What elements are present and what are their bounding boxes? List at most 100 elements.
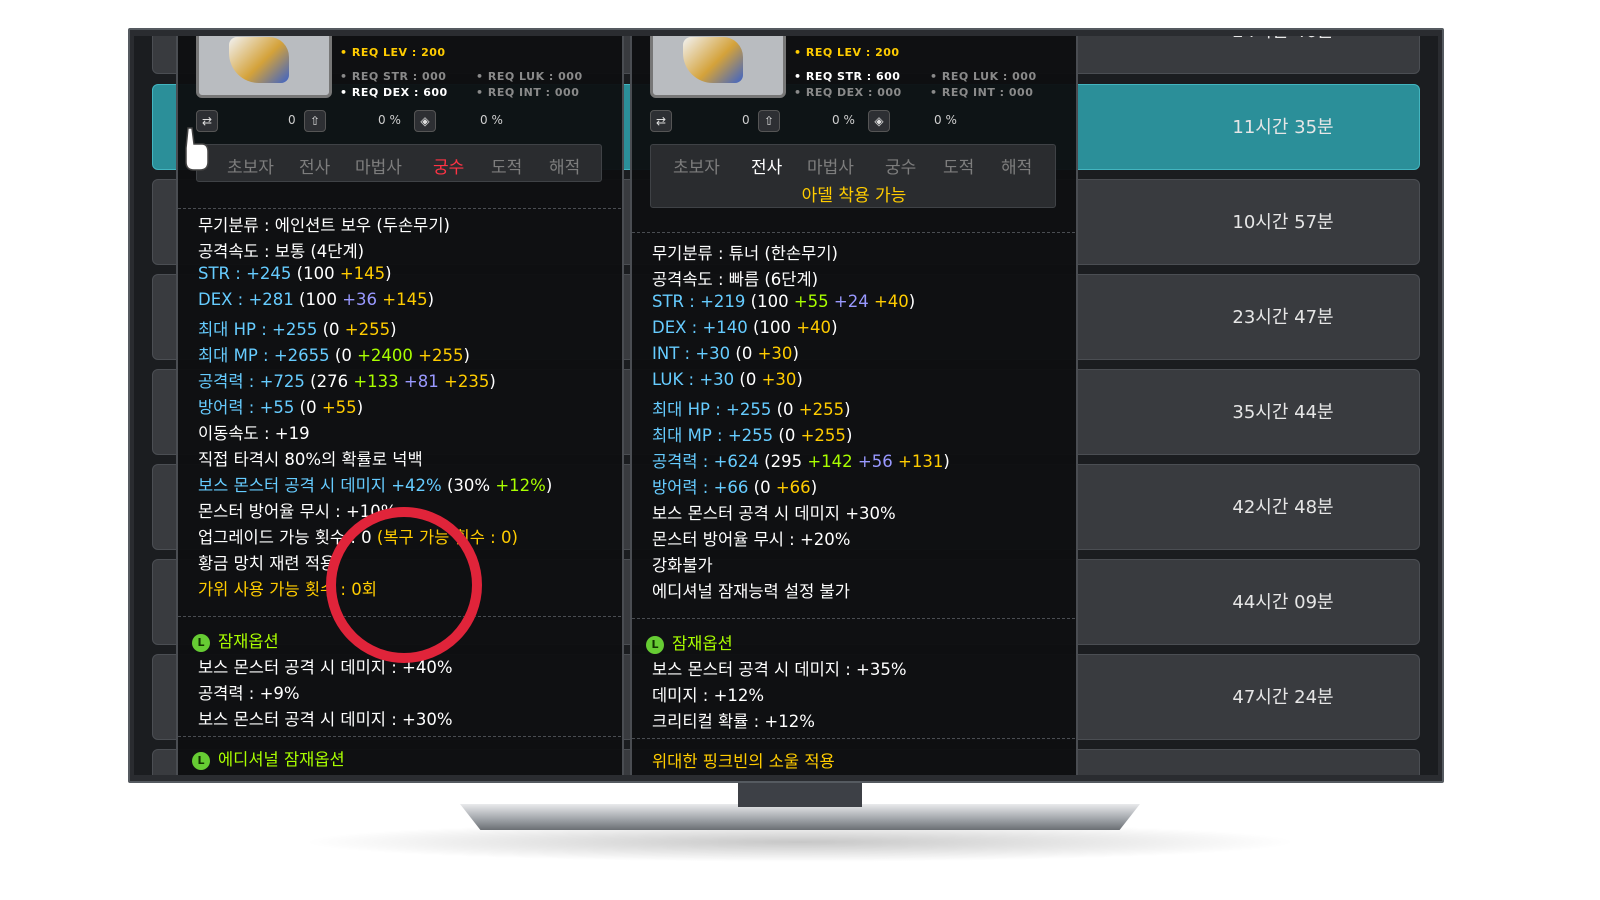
job-bar: 초보자 전사 마법사 궁수 도적 해적 아델 착용 가능 — [650, 144, 1056, 208]
job-pirate: 해적 — [1001, 158, 1033, 178]
item-image — [196, 36, 332, 98]
divider — [632, 232, 1076, 233]
legendary-icon: L — [192, 751, 210, 770]
potential-line: 공격력 : +9% — [198, 684, 300, 703]
stat-knockback: 직접 타격시 80%의 확률로 넉백 — [198, 450, 423, 469]
soul-applied: 위대한 핑크빈의 소울 적용 — [652, 752, 835, 771]
weapon-type: 무기분류 : 에인션트 보우 (두손무기) — [198, 216, 450, 235]
highlight-circle — [326, 507, 482, 663]
attack-speed: 공격속도 : 보통 (4단계) — [198, 242, 365, 261]
item-image — [650, 36, 786, 98]
upgrade-icon: ⇧ — [758, 110, 780, 132]
stat-move-speed: 이동속도 : +19 — [198, 424, 310, 443]
stat-str: STR : +219 (100 +55 +24 +40) — [652, 292, 916, 311]
shield-icon: ◈ — [414, 110, 436, 132]
stat-no-additional: 에디셔널 잠재능력 설정 불가 — [652, 582, 850, 601]
divider — [632, 738, 1076, 739]
req-int: • REQ INT : 000 — [476, 86, 580, 99]
shield-icon: ◈ — [868, 110, 890, 132]
item-icons-row: ⇄ 0 ⇧ 0 % ◈ 0 % — [196, 110, 616, 134]
stat-boss-damage: 보스 몬스터 공격 시 데미지 +42% (30% +12%) — [198, 476, 553, 495]
stat-attack: 공격력 : +725 (276 +133 +81 +235) — [198, 372, 496, 391]
item-tooltip-right: • REQ LEV : 200 • REQ STR : 600 • REQ LU… — [630, 36, 1078, 775]
legendary-icon: L — [192, 633, 210, 652]
bow-icon — [229, 37, 289, 83]
potential-title: L 잠재옵션 — [646, 630, 733, 654]
stat-no-enhance: 강화불가 — [652, 556, 713, 575]
weapon-type: 무기분류 : 튜너 (한손무기) — [652, 244, 838, 263]
attack-speed: 공격속도 : 빠름 (6단계) — [652, 270, 819, 289]
req-str: • REQ STR : 000 — [340, 70, 447, 83]
job-thief: 도적 — [491, 158, 523, 178]
stat-defense: 방어력 : +55 (0 +55) — [198, 398, 364, 417]
job-warrior: 전사 — [751, 158, 783, 178]
item-tooltip-left: • REQ LEV : 200 • REQ STR : 000 • REQ LU… — [176, 36, 624, 775]
tv-screen: 24시간 46분 11시간 35분 10시간 57분 23시간 47분 35시간… — [134, 36, 1438, 775]
potential-line: 보스 몬스터 공격 시 데미지 : +35% — [652, 660, 907, 679]
divider — [178, 736, 622, 737]
job-warrior: 전사 — [299, 158, 331, 178]
stat-dex: DEX : +140 (100 +40) — [652, 318, 838, 337]
icon-value: 0 % — [832, 113, 855, 127]
job-magician: 마법사 — [355, 158, 402, 178]
stat-mp: 최대 MP : +255 (0 +255) — [652, 426, 853, 445]
row-time: 47시간 24분 — [1232, 687, 1334, 708]
divider — [178, 208, 622, 209]
job-thief: 도적 — [943, 158, 975, 178]
hand-cursor-icon — [185, 127, 209, 171]
trade-icon: ⇄ — [650, 110, 672, 132]
icon-value: 0 — [742, 113, 750, 127]
tv-frame: 24시간 46분 11시간 35분 10시간 57분 23시간 47분 35시간… — [128, 28, 1444, 783]
req-int: • REQ INT : 000 — [930, 86, 1034, 99]
job-beginner: 초보자 — [673, 158, 720, 178]
job-bar: 초보자 전사 마법사 궁수 도적 해적 — [196, 144, 602, 182]
stat-hp: 최대 HP : +255 (0 +255) — [198, 320, 397, 339]
tv-neck — [738, 783, 862, 807]
row-time: 42시간 48분 — [1232, 497, 1334, 518]
divider — [632, 618, 1076, 619]
job-beginner: 초보자 — [227, 158, 274, 178]
row-time: 35시간 44분 — [1232, 402, 1334, 423]
potential-line: 보스 몬스터 공격 시 데미지 : +30% — [198, 710, 453, 729]
stat-attack: 공격력 : +624 (295 +142 +56 +131) — [652, 452, 950, 471]
tuner-icon — [683, 37, 743, 83]
row-time: 10시간 57분 — [1232, 212, 1334, 233]
req-str: • REQ STR : 600 — [794, 70, 901, 83]
potential-line: 데미지 : +12% — [652, 686, 765, 705]
stat-str: STR : +245 (100 +145) — [198, 264, 392, 283]
icon-value: 0 % — [934, 113, 957, 127]
row-time: 44시간 09분 — [1232, 592, 1334, 613]
stat-mp: 최대 MP : +2655 (0 +2400 +255) — [198, 346, 470, 365]
icon-value: 0 % — [378, 113, 401, 127]
tv-stand — [460, 804, 1140, 830]
stat-int: INT : +30 (0 +30) — [652, 344, 799, 363]
stat-golden-hammer: 황금 망치 재련 적용 — [198, 554, 336, 573]
req-luk: • REQ LUK : 000 — [476, 70, 583, 83]
row-time: 11시간 35분 — [1232, 117, 1334, 138]
req-level: • REQ LEV : 200 — [794, 46, 900, 59]
potential-line: 크리티컬 확률 : +12% — [652, 712, 815, 731]
req-luk: • REQ LUK : 000 — [930, 70, 1037, 83]
stat-hp: 최대 HP : +255 (0 +255) — [652, 400, 851, 419]
req-dex: • REQ DEX : 600 — [340, 86, 448, 99]
icon-value: 0 — [288, 113, 296, 127]
additional-potential-title: L 에디셔널 잠재옵션 — [192, 746, 345, 770]
item-icons-row: ⇄ 0 ⇧ 0 % ◈ 0 % — [650, 110, 1070, 134]
icon-value: 0 % — [480, 113, 503, 127]
req-level: • REQ LEV : 200 — [340, 46, 446, 59]
stat-dex: DEX : +281 (100 +36 +145) — [198, 290, 435, 309]
potential-title: L 잠재옵션 — [192, 628, 279, 652]
stat-boss-damage: 보스 몬스터 공격 시 데미지 +30% — [652, 504, 896, 523]
job-pirate: 해적 — [549, 158, 581, 178]
stat-ignore-defense: 몬스터 방어율 무시 : +20% — [652, 530, 851, 549]
legendary-icon: L — [646, 635, 664, 654]
adele-wearable: 아델 착용 가능 — [801, 186, 907, 206]
job-magician: 마법사 — [807, 158, 854, 178]
upgrade-icon: ⇧ — [304, 110, 326, 132]
job-archer: 궁수 — [885, 158, 917, 178]
job-archer: 궁수 — [433, 158, 465, 178]
stat-luk: LUK : +30 (0 +30) — [652, 370, 803, 389]
stat-defense: 방어력 : +66 (0 +66) — [652, 478, 818, 497]
row-time: 23시간 47분 — [1232, 307, 1334, 328]
req-dex: • REQ DEX : 000 — [794, 86, 902, 99]
